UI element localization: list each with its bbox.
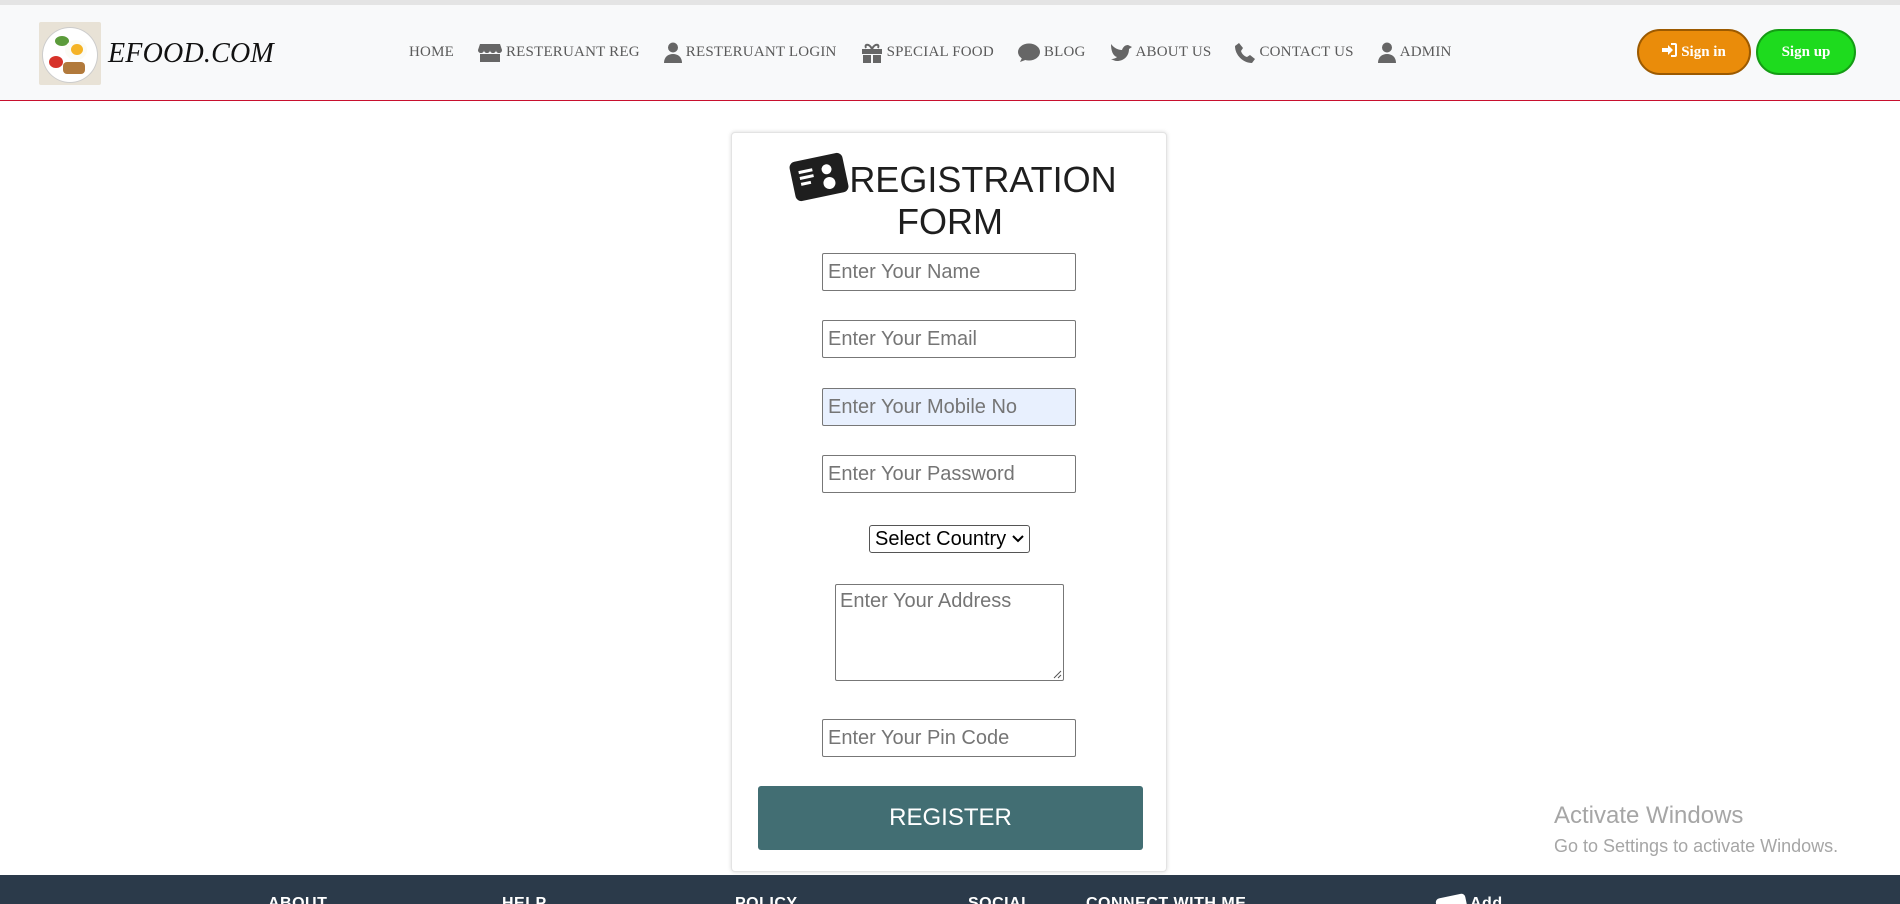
sign-up-button[interactable]: Sign up bbox=[1756, 29, 1856, 75]
activate-windows-subtitle: Go to Settings to activate Windows. bbox=[1554, 836, 1839, 856]
sign-in-icon bbox=[1662, 42, 1681, 62]
nav-resteruant-login-label: RESTERUANT LOGIN bbox=[685, 44, 837, 60]
country-select[interactable]: Select Country bbox=[869, 525, 1030, 553]
email-input[interactable] bbox=[822, 320, 1076, 358]
nav-blog[interactable]: BLOG bbox=[1017, 43, 1086, 63]
phone-icon bbox=[1235, 42, 1256, 63]
mobile-input[interactable] bbox=[822, 388, 1076, 426]
register-button[interactable]: REGISTER bbox=[758, 786, 1143, 850]
sign-in-label: Sign in bbox=[1681, 43, 1726, 60]
form-title-line1: REGISTRATION bbox=[849, 159, 1117, 200]
footer-col-help: HELP bbox=[502, 895, 547, 904]
brand[interactable]: EFOOD.COM bbox=[39, 22, 274, 85]
nav-admin[interactable]: ADMIN bbox=[1377, 42, 1452, 64]
user-icon bbox=[1377, 42, 1396, 64]
country-select-value: Select Country bbox=[875, 527, 1007, 550]
sign-in-button[interactable]: Sign in bbox=[1637, 29, 1751, 75]
brand-logo-image bbox=[39, 22, 101, 85]
nav-blog-label: BLOG bbox=[1043, 44, 1086, 60]
form-title-line2: FORM bbox=[897, 201, 1003, 242]
password-input[interactable] bbox=[822, 455, 1076, 493]
address-textarea[interactable] bbox=[835, 584, 1064, 681]
nav-home[interactable]: HOME bbox=[409, 44, 454, 61]
footer-id-card-icon bbox=[1435, 893, 1468, 904]
footer-brand-partial: Add bbox=[1470, 895, 1503, 904]
dove-icon bbox=[1110, 43, 1132, 63]
nav-about-us-label: ABOUT US bbox=[1135, 44, 1212, 60]
brand-name: EFOOD.COM bbox=[108, 37, 274, 69]
footer: ABOUT HELP POLICY SOCIAL CONNECT WITH ME… bbox=[0, 875, 1900, 904]
footer-col-policy: POLICY bbox=[735, 895, 798, 904]
user-icon bbox=[663, 42, 682, 64]
pincode-input[interactable] bbox=[822, 719, 1076, 757]
registration-card: REGISTRATION FORM Select Country REGISTE… bbox=[731, 132, 1167, 872]
activate-windows-title: Activate Windows bbox=[1554, 802, 1744, 829]
nav-resteruant-reg[interactable]: RESTERUANT REG bbox=[477, 43, 640, 63]
name-input[interactable] bbox=[822, 253, 1076, 291]
nav-resteruant-login[interactable]: RESTERUANT LOGIN bbox=[663, 42, 837, 64]
nav-home-label: HOME bbox=[409, 44, 454, 60]
chevron-down-icon bbox=[1012, 535, 1024, 543]
footer-col-about: ABOUT bbox=[268, 895, 328, 904]
nav-contact-us-label: CONTACT US bbox=[1259, 44, 1354, 60]
footer-col-connect: CONNECT WITH ME bbox=[1086, 895, 1247, 904]
footer-col-social: SOCIAL bbox=[968, 895, 1032, 904]
form-title: REGISTRATION FORM bbox=[732, 159, 1168, 243]
store-icon bbox=[477, 43, 502, 63]
comment-icon bbox=[1017, 43, 1040, 63]
gift-icon bbox=[861, 43, 883, 63]
sign-up-label: Sign up bbox=[1781, 43, 1831, 60]
nav-special-food-label: SPECIAL FOOD bbox=[886, 44, 994, 60]
nav-about-us[interactable]: ABOUT US bbox=[1110, 43, 1212, 63]
navbar: EFOOD.COM HOME RESTERUANT REG RESTERUANT… bbox=[0, 5, 1900, 101]
main-nav: HOME RESTERUANT REG RESTERUANT LOGIN SPE… bbox=[409, 5, 1476, 100]
nav-special-food[interactable]: SPECIAL FOOD bbox=[861, 43, 994, 63]
nav-contact-us[interactable]: CONTACT US bbox=[1235, 42, 1354, 63]
nav-admin-label: ADMIN bbox=[1399, 44, 1452, 60]
nav-resteruant-reg-label: RESTERUANT REG bbox=[505, 44, 640, 60]
